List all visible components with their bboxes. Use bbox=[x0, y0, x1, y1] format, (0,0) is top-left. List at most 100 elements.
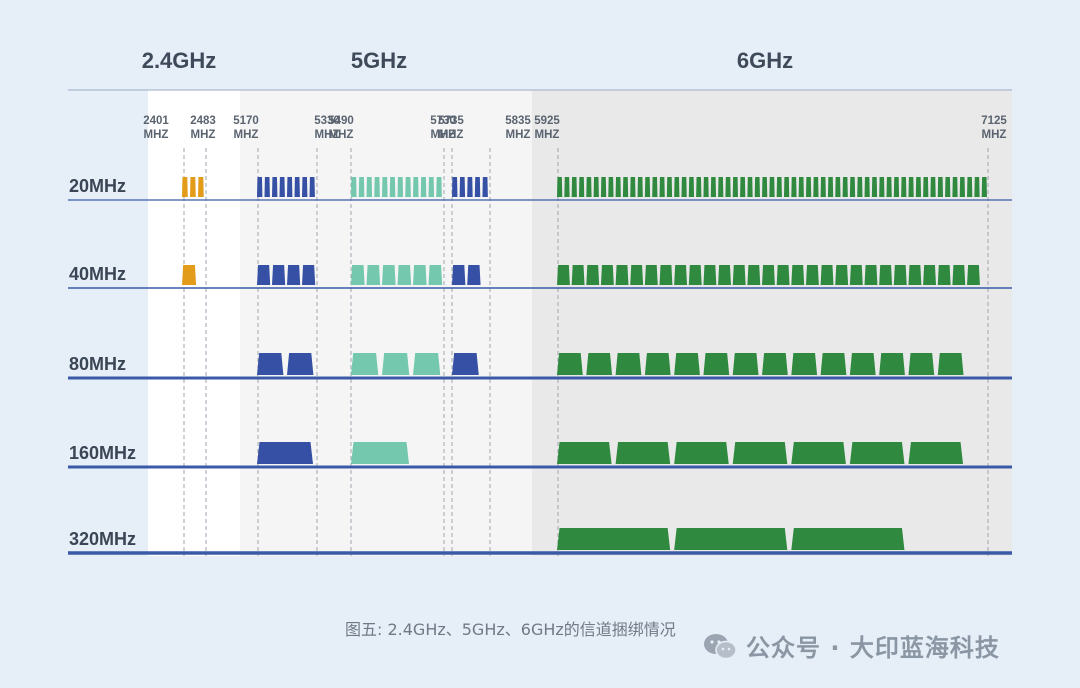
channel-bar bbox=[879, 265, 893, 285]
channel-bar bbox=[190, 177, 196, 197]
channel-bar bbox=[644, 353, 671, 375]
frequency-label: 2401 bbox=[143, 115, 169, 127]
channel-bar bbox=[688, 265, 702, 285]
channel-bar bbox=[937, 177, 944, 197]
channel-bar bbox=[820, 177, 826, 197]
channel-bar bbox=[586, 177, 592, 197]
channel-bar bbox=[302, 177, 308, 197]
frequency-label: 7125 bbox=[981, 115, 1007, 127]
channel-bar bbox=[901, 177, 907, 197]
channel-bar bbox=[776, 177, 782, 197]
channel-bar bbox=[974, 177, 980, 197]
channel-bar bbox=[754, 177, 760, 197]
channel-bar bbox=[644, 265, 658, 285]
channel-bar bbox=[557, 442, 612, 464]
row-label: 40MHz bbox=[69, 264, 126, 284]
channel-bar bbox=[791, 177, 797, 197]
channel-bar bbox=[827, 177, 834, 197]
channel-bar bbox=[452, 265, 466, 285]
channel-bar bbox=[600, 177, 607, 197]
channel-bar bbox=[879, 353, 905, 375]
channel-bar bbox=[557, 528, 671, 550]
channel-bar bbox=[732, 177, 739, 197]
channel-bar bbox=[382, 353, 410, 375]
band-header: 6GHz bbox=[737, 48, 793, 73]
frequency-unit-label: MHZ bbox=[982, 129, 1007, 141]
channel-bar bbox=[622, 177, 629, 197]
channel-bar bbox=[287, 353, 314, 375]
chart-figure: 2.4GHz 5GHz 6GHz 2401 MHZ 2483 MHZ 5170 MHZ 5330 M… bbox=[0, 0, 1080, 688]
channel-bar bbox=[674, 442, 729, 464]
channel-bar bbox=[732, 442, 788, 464]
band-panel-6ghz bbox=[532, 90, 1012, 556]
channel-bar bbox=[630, 265, 644, 285]
channel-bar bbox=[857, 177, 863, 197]
channel-bar bbox=[467, 265, 481, 285]
channel-bar bbox=[459, 177, 466, 197]
frequency-label: 5170 bbox=[233, 115, 259, 127]
channel-bar bbox=[674, 177, 680, 197]
channel-bar bbox=[798, 177, 804, 197]
channel-bar bbox=[762, 177, 768, 197]
channel-bar bbox=[374, 177, 380, 197]
channel-bar bbox=[413, 353, 441, 375]
frequency-unit-label: MHZ bbox=[329, 129, 354, 141]
channel-bar bbox=[257, 177, 263, 197]
channel-bar bbox=[659, 265, 673, 285]
channel-bar bbox=[930, 177, 936, 197]
channel-bar bbox=[762, 265, 775, 285]
channel-bar bbox=[666, 177, 673, 197]
channel-bar bbox=[849, 353, 876, 375]
channel-bar bbox=[272, 177, 278, 197]
channel-bar bbox=[351, 353, 379, 375]
channel-bar bbox=[762, 353, 788, 375]
channel-bar bbox=[813, 177, 819, 197]
wechat-icon bbox=[704, 633, 737, 659]
channel-bar bbox=[198, 177, 204, 197]
channel-bar bbox=[397, 177, 404, 197]
frequency-label: 5835 bbox=[505, 115, 531, 127]
channel-bar bbox=[747, 265, 761, 285]
channel-bar bbox=[718, 265, 731, 285]
channel-bar bbox=[630, 177, 636, 197]
channel-bar bbox=[405, 177, 411, 197]
frequency-unit-label: MHZ bbox=[191, 129, 216, 141]
channel-bar bbox=[351, 265, 365, 285]
channel-bar bbox=[849, 265, 863, 285]
channel-bar bbox=[776, 265, 790, 285]
channel-bar bbox=[586, 265, 600, 285]
channel-bar bbox=[718, 177, 724, 197]
channel-bar bbox=[783, 177, 790, 197]
channel-bar bbox=[428, 177, 435, 197]
channel-bar bbox=[382, 265, 396, 285]
channel-bar bbox=[981, 177, 987, 197]
channel-bar bbox=[908, 177, 914, 197]
channel-bar bbox=[967, 177, 973, 197]
channel-bar bbox=[937, 265, 951, 285]
channel-bar bbox=[287, 265, 301, 285]
row-label: 160MHz bbox=[69, 443, 136, 463]
channel-bar bbox=[452, 177, 458, 197]
channel-bar bbox=[696, 177, 702, 197]
channel-bar bbox=[428, 265, 443, 285]
channel-bar bbox=[366, 177, 373, 197]
channel-bar bbox=[908, 265, 922, 285]
channel-bar bbox=[791, 528, 905, 550]
band-panel-5ghz bbox=[240, 90, 532, 556]
channel-bar bbox=[302, 265, 316, 285]
channel-bar bbox=[351, 442, 409, 464]
channel-bar bbox=[586, 353, 613, 375]
channel-bar bbox=[366, 265, 381, 285]
channel-bar bbox=[747, 177, 753, 197]
channel-bar bbox=[294, 177, 300, 197]
channel-bar bbox=[474, 177, 481, 197]
channel-bar bbox=[637, 177, 643, 197]
channel-bar bbox=[791, 442, 846, 464]
channel-bar bbox=[703, 177, 709, 197]
channel-bar bbox=[923, 177, 929, 197]
channel-bar bbox=[257, 353, 284, 375]
frequency-label: 2483 bbox=[190, 115, 216, 127]
channel-bar bbox=[593, 177, 599, 197]
channel-bar bbox=[908, 442, 964, 464]
channel-bar bbox=[820, 265, 834, 285]
